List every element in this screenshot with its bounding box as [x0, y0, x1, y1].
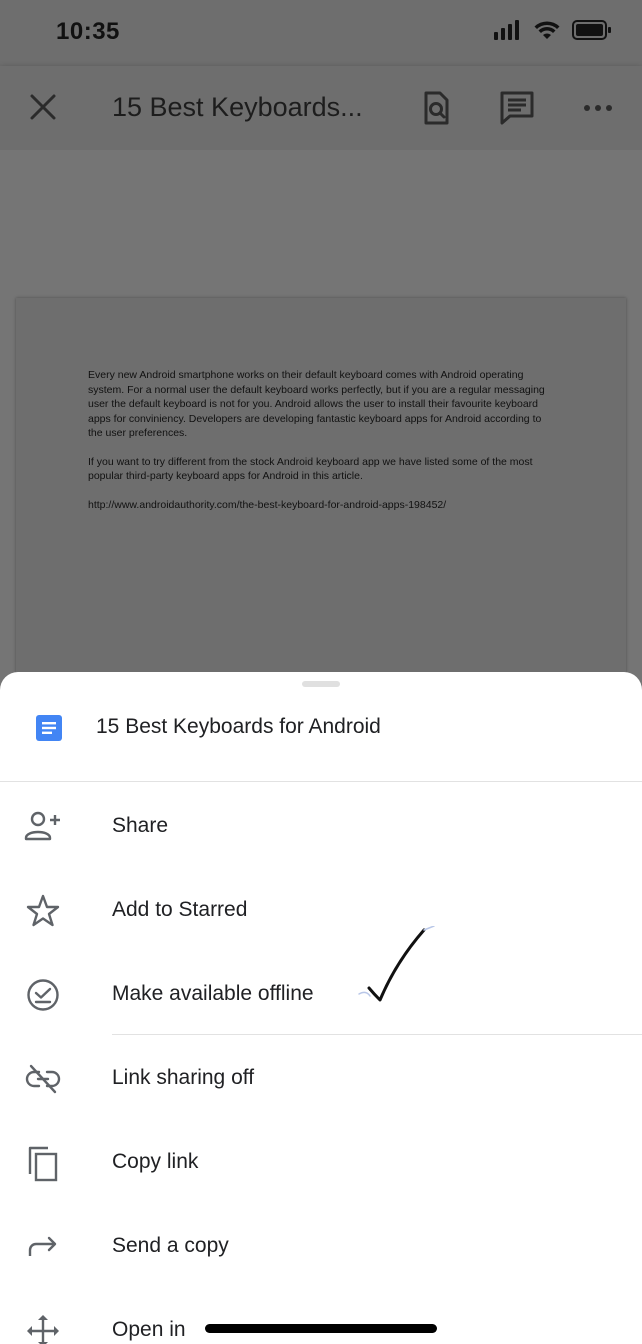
actions-bottom-sheet: 15 Best Keyboards for Android Share Add … [0, 672, 642, 1344]
google-docs-icon [36, 715, 62, 741]
offline-check-icon [27, 979, 59, 1011]
open-in-move-icon [27, 1315, 59, 1344]
home-indicator[interactable] [205, 1324, 437, 1333]
drag-handle[interactable] [302, 681, 340, 687]
signal-icon [494, 20, 519, 40]
menu-item-copy-link[interactable]: Copy link [0, 1120, 642, 1204]
menu-label-link-sharing-off: Link sharing off [112, 1066, 255, 1089]
battery-icon [572, 20, 611, 40]
menu-label-share: Share [112, 814, 169, 837]
menu-item-make-available-offline[interactable]: Make available offline [0, 952, 642, 1036]
menu-item-send-a-copy[interactable]: Send a copy [0, 1204, 642, 1288]
menu-item-add-to-starred[interactable]: Add to Starred [0, 868, 642, 952]
menu-item-share[interactable]: Share [0, 784, 642, 868]
menu-label-add-to-starred: Add to Starred [112, 898, 248, 921]
sheet-file-name: 15 Best Keyboards for Android [96, 715, 381, 738]
menu-item-link-sharing-off[interactable]: Link sharing off [0, 1036, 642, 1120]
menu-label-copy-link: Copy link [112, 1150, 199, 1173]
doc-paragraph-2: If you want to try different from the st… [88, 455, 533, 483]
document-canvas: Every new Android smartphone works on th… [0, 150, 642, 718]
copy-icon [28, 1146, 58, 1182]
status-time: 10:35 [56, 18, 120, 45]
sheet-header: 15 Best Keyboards for Android [0, 694, 642, 782]
app-bar: 15 Best Keyboards... [0, 66, 642, 150]
star-outline-icon [26, 894, 60, 927]
status-icons [494, 20, 612, 40]
document-body: Every new Android smartphone works on th… [88, 368, 558, 526]
comment-icon[interactable] [499, 90, 535, 126]
menu-label-make-available-offline: Make available offline [112, 982, 314, 1005]
link-off-icon [25, 1064, 61, 1094]
close-icon[interactable] [28, 92, 58, 122]
document-title: 15 Best Keyboards... [112, 92, 363, 122]
status-bar: 10:35 [0, 0, 642, 66]
wifi-icon [534, 21, 560, 39]
doc-link: http://www.androidauthority.com/the-best… [88, 498, 447, 511]
menu-label-open-in: Open in [112, 1318, 186, 1341]
handdrawn-checkmark-icon [358, 926, 435, 1002]
more-horiz-icon[interactable] [580, 90, 616, 126]
menu-item-open-in[interactable]: Open in [0, 1288, 642, 1344]
find-in-page-icon[interactable] [418, 90, 454, 126]
forward-arrow-icon [28, 1236, 57, 1256]
menu-label-send-a-copy: Send a copy [112, 1234, 229, 1257]
menu-divider [112, 1034, 642, 1035]
doc-paragraph-1: Every new Android smartphone works on th… [88, 369, 545, 439]
document-page[interactable]: Every new Android smartphone works on th… [16, 298, 626, 718]
add-person-icon [24, 811, 60, 841]
